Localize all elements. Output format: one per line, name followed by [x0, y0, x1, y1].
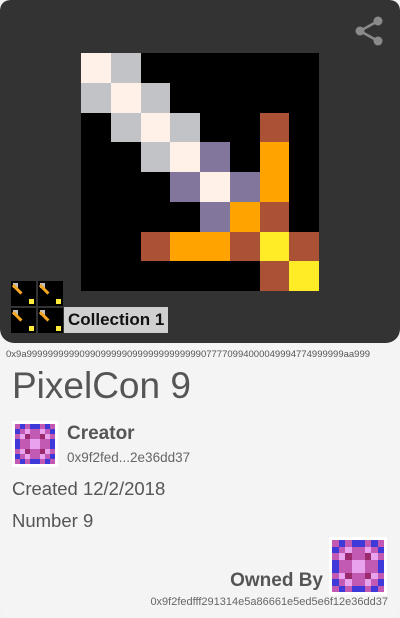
identicon-pixel: [50, 459, 55, 464]
owner-identicon: [332, 540, 384, 592]
pixel: [170, 261, 200, 291]
pixel: [259, 53, 290, 83]
pixel: [200, 172, 230, 202]
pixel: [200, 53, 230, 83]
pixel: [81, 142, 111, 172]
pixel: [259, 201, 290, 232]
pixel: [289, 53, 319, 83]
share-icon[interactable]: [352, 14, 386, 48]
pixel: [229, 201, 260, 232]
owned-by-label: Owned By: [230, 570, 323, 591]
pixelcon-title: PixelCon 9: [12, 365, 191, 406]
collection-thumb-icon: [11, 281, 36, 306]
pixel: [170, 82, 200, 113]
pixel: [289, 172, 319, 202]
pixel: [140, 142, 171, 172]
collection-badge[interactable]: Collection 1: [11, 281, 169, 333]
pixel: [289, 261, 319, 291]
pixel: [259, 231, 290, 262]
pixel: [229, 142, 260, 172]
pixel: [140, 82, 171, 113]
collection-thumb-icon: [11, 308, 36, 333]
pixel: [200, 231, 230, 262]
pixelcon-card: Collection 1 0x9a99999999990990999990999…: [0, 0, 400, 618]
pixel: [229, 53, 260, 83]
pixel: [81, 53, 111, 83]
collection-thumb-icon: [38, 281, 63, 306]
pixel: [81, 231, 111, 262]
pixel: [259, 82, 290, 113]
pixel: [81, 82, 111, 113]
pixel: [81, 172, 111, 202]
creator-address[interactable]: 0x9f2fed...2e36dd37: [67, 450, 190, 465]
pixel: [170, 231, 200, 262]
pixel: [200, 201, 230, 232]
pixelcon-image: [81, 53, 319, 291]
pixel: [170, 53, 200, 83]
pixel: [140, 231, 171, 262]
identicon-pixel: [377, 585, 384, 592]
pixel: [110, 53, 141, 83]
pixel: [229, 172, 260, 202]
created-date: Created 12/2/2018: [12, 478, 166, 499]
pixel: [170, 201, 200, 232]
pixel: [289, 142, 319, 172]
pixel: [110, 201, 141, 232]
pixel: [110, 231, 141, 262]
pixel: [259, 172, 290, 202]
creator-label: Creator: [67, 423, 135, 444]
pixel: [259, 261, 290, 291]
pixel: [289, 82, 319, 113]
creator-avatar[interactable]: [12, 421, 58, 467]
pixel: [289, 201, 319, 232]
pixel: [229, 112, 260, 143]
pixel: [229, 231, 260, 262]
pixel: [81, 112, 111, 143]
pixel: [200, 142, 230, 172]
pixel: [140, 201, 171, 232]
pixel: [140, 53, 171, 83]
pixel: [200, 82, 230, 113]
pixel: [140, 112, 171, 143]
creator-identicon: [15, 424, 55, 464]
owner-avatar[interactable]: [329, 537, 387, 595]
pixel: [200, 261, 230, 291]
pixelcon-id: 0x9a999999999909909999909999999999999077…: [6, 349, 371, 360]
collection-icons: [11, 281, 63, 333]
pixel: [289, 112, 319, 143]
pixel: [259, 142, 290, 172]
pixel: [170, 172, 200, 202]
pixel: [140, 172, 171, 202]
owner-address[interactable]: 0x9f2fedfff291314e5a86661e5ed5e6f12e36dd…: [150, 596, 388, 608]
pixel: [110, 142, 141, 172]
pixelcon-art-panel: Collection 1: [0, 0, 400, 343]
pixelcon-number: Number 9: [12, 510, 94, 531]
collection-thumb-icon: [38, 308, 63, 333]
pixel: [259, 112, 290, 143]
collection-label[interactable]: Collection 1: [64, 307, 169, 333]
pixel: [110, 82, 141, 113]
pixel: [229, 261, 260, 291]
pixel: [170, 142, 200, 172]
pixel: [110, 172, 141, 202]
pixel: [81, 201, 111, 232]
pixel: [289, 231, 319, 262]
pixel: [110, 112, 141, 143]
pixel: [229, 82, 260, 113]
pixel: [170, 112, 200, 143]
pixel: [200, 112, 230, 143]
